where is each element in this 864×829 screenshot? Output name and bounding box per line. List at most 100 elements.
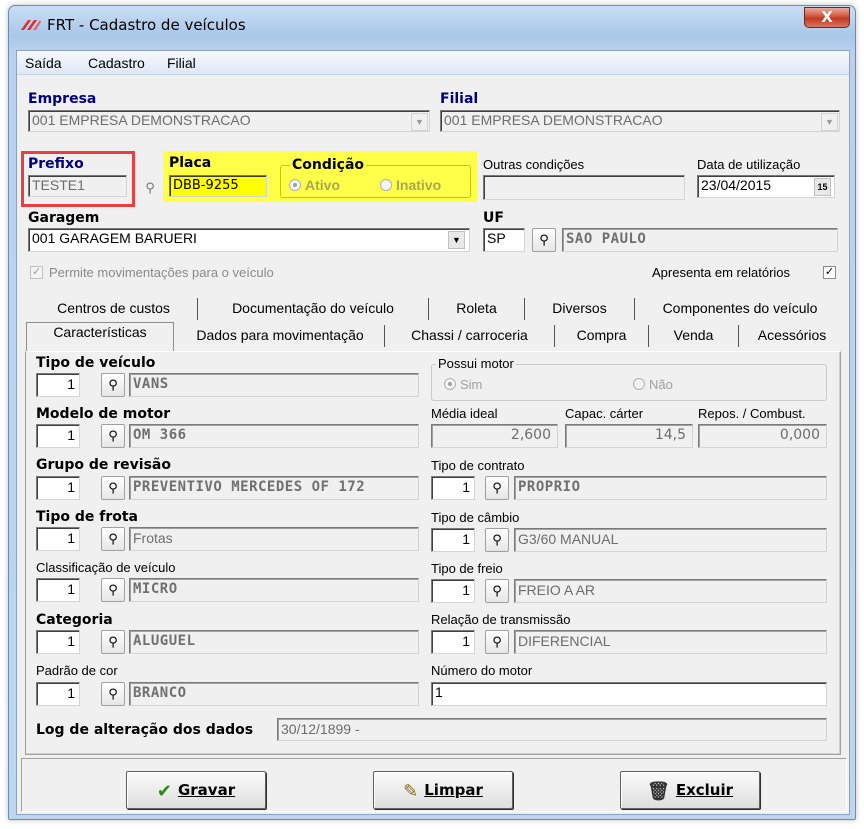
numero-motor-input[interactable]: 1 [431, 682, 827, 706]
classificacao-code[interactable]: 1 [36, 578, 80, 602]
tipo-contrato-search-icon[interactable]: ⚲ [485, 476, 509, 500]
uf-input[interactable]: SP [483, 228, 525, 252]
prefixo-search-icon[interactable]: ⚲ [138, 177, 162, 201]
tab-dados-movimentacao[interactable]: Dados para movimentação [176, 325, 385, 347]
tipo-contrato-desc: PROPRIO [514, 476, 827, 500]
tipo-frota-code[interactable]: 1 [36, 527, 80, 551]
grupo-revisao-search-icon[interactable]: ⚲ [101, 476, 125, 500]
tipo-veiculo-code[interactable]: 1 [36, 373, 80, 397]
tab-venda[interactable]: Venda [649, 325, 739, 347]
possui-motor-nao-radio[interactable]: Não [633, 377, 673, 392]
tab-documentacao[interactable]: Documentação do veículo [198, 298, 429, 320]
window-title: FRT - Cadastro de veículos [47, 16, 246, 34]
media-ideal-label: Média ideal [431, 406, 498, 421]
grupo-revisao-code[interactable]: 1 [36, 476, 80, 500]
possui-motor-sim-radio[interactable]: Sim [444, 377, 482, 392]
garagem-select[interactable]: 001 GARAGEM BARUERI [28, 228, 470, 252]
excluir-button[interactable]: 🗑 Excluir [620, 771, 760, 809]
condicao-ativo-radio[interactable]: Ativo [289, 177, 340, 193]
tab-centros-custos[interactable]: Centros de custos [30, 298, 198, 320]
relacao-search-icon[interactable]: ⚲ [485, 630, 509, 654]
relacao-desc: DIFERENCIAL [514, 630, 827, 654]
tab-compra[interactable]: Compra [555, 325, 649, 347]
menu-saida[interactable]: Saída [25, 55, 62, 71]
possui-motor-label: Possui motor [436, 356, 516, 371]
limpar-button[interactable]: ✎ Limpar [373, 771, 513, 809]
categoria-search-icon[interactable]: ⚲ [101, 630, 125, 654]
capac-carter-label: Capac. cárter [565, 406, 644, 421]
repos-combust-display: 0,000 [698, 424, 827, 448]
uf-label: UF [483, 210, 504, 226]
media-ideal-display: 2,600 [431, 424, 558, 448]
outras-condicoes-input[interactable] [483, 175, 685, 200]
radio-on-icon [444, 378, 456, 390]
filial-dropdown-icon[interactable]: ▼ [821, 113, 838, 131]
tab-chassi[interactable]: Chassi / carroceria [385, 325, 555, 347]
tipo-cambio-desc: G3/60 MANUAL [514, 528, 827, 552]
condicao-label: Condição [290, 157, 367, 173]
classificacao-desc: MICRO [129, 578, 419, 602]
condicao-ativo-label: Ativo [305, 177, 340, 193]
empresa-select[interactable]: 001 EMPRESA DEMONSTRACAO [28, 110, 430, 132]
menu-filial[interactable]: Filial [167, 55, 196, 71]
tipo-veiculo-label: Tipo de veículo [36, 355, 156, 371]
trash-icon: 🗑 [646, 781, 670, 802]
numero-motor-label: Número do motor [431, 663, 533, 678]
menu-bar: Saída Cadastro Filial [17, 51, 849, 75]
close-button[interactable]: X [804, 7, 850, 28]
classificacao-label: Classificação de veículo [36, 560, 176, 575]
tab-acessorios[interactable]: Acessórios [739, 325, 845, 347]
excluir-label: Excluir [675, 781, 734, 799]
garagem-label: Garagem [28, 210, 100, 226]
gravar-button[interactable]: ✔ Gravar [126, 771, 266, 809]
gravar-label: Gravar [177, 781, 236, 799]
calendar-icon[interactable]: 15 [814, 178, 831, 196]
categoria-desc: ALUGUEL [129, 630, 419, 654]
radio-on-icon [289, 179, 301, 191]
modelo-motor-code[interactable]: 1 [36, 424, 80, 448]
classificacao-search-icon[interactable]: ⚲ [101, 578, 125, 602]
tipo-frota-desc: Frotas [129, 527, 419, 551]
padrao-cor-desc: BRANCO [129, 682, 419, 706]
menu-cadastro[interactable]: Cadastro [88, 55, 145, 71]
prefixo-label: Prefixo [28, 156, 84, 172]
capac-carter-display: 14,5 [565, 424, 693, 448]
data-utilizacao-label: Data de utilização [697, 157, 801, 172]
garagem-dropdown-icon[interactable]: ▼ [448, 231, 465, 249]
tipo-cambio-search-icon[interactable]: ⚲ [485, 528, 509, 552]
tab-componentes[interactable]: Componentes do veículo [635, 298, 845, 320]
prefixo-input[interactable]: TESTE1 [28, 175, 127, 197]
padrao-cor-label: Padrão de cor [36, 663, 118, 678]
tipo-veiculo-search-icon[interactable]: ⚲ [101, 373, 125, 397]
tab-caracteristicas[interactable]: Características [26, 322, 174, 352]
condicao-inativo-radio[interactable]: Inativo [380, 177, 441, 193]
action-bar: ✔ Gravar ✎ Limpar 🗑 Excluir [21, 758, 847, 812]
permite-checkbox[interactable]: ✓ [30, 266, 43, 279]
empresa-dropdown-icon[interactable]: ▼ [411, 113, 428, 131]
permite-label: Permite movimentações para o veículo [49, 265, 274, 280]
possui-motor-sim-label: Sim [460, 377, 483, 392]
filial-select[interactable]: 001 EMPRESA DEMONSTRACAO [440, 110, 840, 132]
log-display: 30/12/1899 - [277, 718, 827, 741]
relacao-code[interactable]: 1 [431, 630, 475, 654]
tipo-frota-search-icon[interactable]: ⚲ [101, 527, 125, 551]
padrao-cor-code[interactable]: 1 [36, 682, 80, 706]
title-bar[interactable]: FRT - Cadastro de veículos X [9, 6, 855, 46]
placa-label: Placa [169, 155, 212, 171]
modelo-motor-desc: OM 366 [129, 424, 419, 448]
placa-input[interactable]: DBB-9255 [169, 175, 267, 197]
apresenta-checkbox[interactable]: ✓ [823, 266, 836, 279]
tipo-contrato-code[interactable]: 1 [431, 476, 475, 500]
modelo-motor-label: Modelo de motor [36, 406, 171, 422]
modelo-motor-search-icon[interactable]: ⚲ [101, 424, 125, 448]
tab-diversos[interactable]: Diversos [525, 298, 635, 320]
tipo-freio-search-icon[interactable]: ⚲ [485, 579, 509, 603]
tipo-freio-label: Tipo de freio [431, 561, 503, 576]
grupo-revisao-label: Grupo de revisão [36, 457, 171, 473]
uf-search-icon[interactable]: ⚲ [532, 228, 556, 252]
tipo-cambio-code[interactable]: 1 [431, 528, 475, 552]
tipo-freio-code[interactable]: 1 [431, 579, 475, 603]
padrao-cor-search-icon[interactable]: ⚲ [101, 682, 125, 706]
tab-roleta[interactable]: Roleta [429, 298, 525, 320]
categoria-code[interactable]: 1 [36, 630, 80, 654]
